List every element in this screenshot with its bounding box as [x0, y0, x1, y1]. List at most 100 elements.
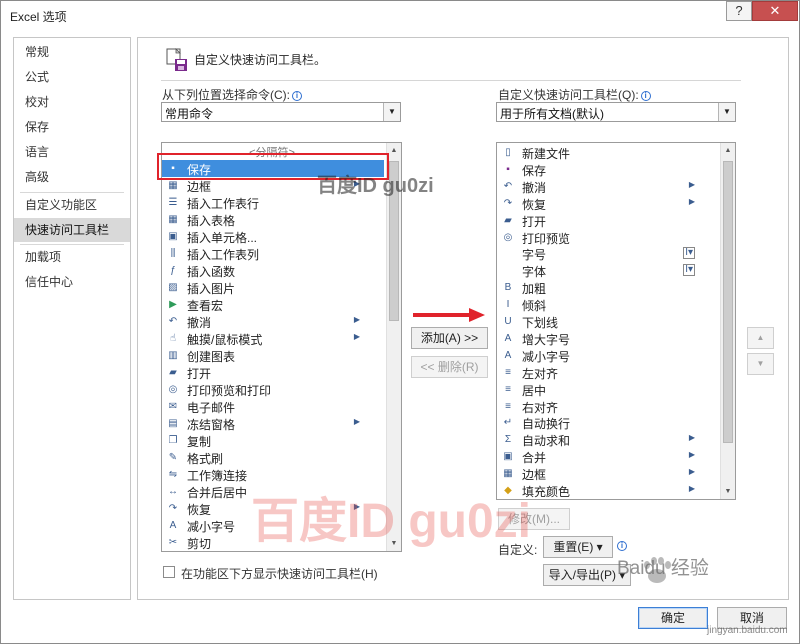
- command-item[interactable]: Σ 自动求和 ▶: [497, 431, 719, 448]
- copy-icon: ❐: [168, 435, 178, 446]
- scroll-thumb[interactable]: [723, 161, 733, 443]
- command-item[interactable]: I 倾斜: [497, 296, 719, 313]
- scroll-up-icon[interactable]: ▲: [387, 143, 401, 158]
- submenu-arrow-icon: ▶: [688, 433, 695, 443]
- move-down-button[interactable]: ▼: [747, 353, 774, 375]
- command-item[interactable]: ▣ 插入单元格...: [162, 228, 384, 245]
- command-item[interactable]: B 加粗: [497, 279, 719, 296]
- nav-item-customize-ribbon[interactable]: 自定义功能区: [14, 193, 130, 217]
- excel-options-dialog: Excel 选项 ? ✕ 常规 公式 校对 保存 语言 高级 自定义功能区 快速…: [0, 0, 800, 644]
- close-button[interactable]: ✕: [752, 1, 798, 21]
- nav-item-trust-center[interactable]: 信任中心: [14, 270, 130, 294]
- reset-button[interactable]: 重置(E) ▾: [543, 536, 613, 558]
- command-item[interactable]: ↵ 自动换行: [497, 414, 719, 431]
- command-label: 打开: [187, 367, 212, 381]
- command-item[interactable]: ✎ 格式刷: [162, 449, 384, 466]
- command-item[interactable]: ❐ 复制: [162, 432, 384, 449]
- command-item[interactable]: ✉ 电子邮件: [162, 398, 384, 415]
- command-label: 插入图片: [187, 282, 236, 296]
- command-item[interactable]: ↶ 撤消 ▶: [162, 313, 384, 330]
- command-label: 居中: [522, 383, 547, 398]
- command-label: 自动求和: [522, 434, 571, 449]
- add-button[interactable]: 添加(A) >>: [411, 327, 488, 349]
- nav-item-formulas[interactable]: 公式: [14, 65, 130, 89]
- choose-commands-combo[interactable]: 常用命令 ▼: [161, 102, 401, 122]
- bold-icon: B: [504, 282, 512, 294]
- scroll-up-icon[interactable]: ▲: [721, 143, 735, 158]
- command-label: 减小字号: [187, 520, 236, 534]
- command-item[interactable]: ▯ 新建文件: [497, 144, 719, 161]
- chart-icon: ▥: [168, 350, 178, 361]
- align-center-icon: ≡: [505, 383, 511, 395]
- command-item[interactable]: ≡ 右对齐: [497, 398, 719, 415]
- toolbar-scope-combo[interactable]: 用于所有文档(默认) ▼: [496, 102, 736, 122]
- command-item[interactable]: ▣ 合并 ▶: [497, 448, 719, 465]
- command-label: 字体: [522, 265, 547, 280]
- command-item[interactable]: ▰ 打开: [162, 364, 384, 381]
- undo-icon: ↶: [168, 316, 178, 327]
- command-item[interactable]: ☝ 触摸/鼠标模式 ▶: [162, 330, 384, 347]
- command-item[interactable]: ▰ 打开: [497, 212, 719, 229]
- toolbar-commands-list[interactable]: ▯ 新建文件 ▪ 保存 ↶ 撤消 ▶ ↷ 恢复 ▶ ▰ 打开 ◎ 打印预览 字号 I▾ 字体 I▾ B 加粗 I 倾斜 U 下…: [496, 142, 736, 500]
- chevron-down-icon[interactable]: ▼: [383, 103, 400, 121]
- command-item[interactable]: ↶ 撤消 ▶: [497, 178, 719, 195]
- customize-toolbar-label: 自定义快速访问工具栏(Q): i: [498, 86, 651, 103]
- command-label: 撤消: [522, 180, 547, 195]
- choose-commands-value: 常用命令: [165, 107, 214, 121]
- command-item[interactable]: ↷ 恢复 ▶: [497, 195, 719, 212]
- command-item[interactable]: ▦ 插入表格: [162, 211, 384, 228]
- command-item[interactable]: ⫼ 插入工作表列: [162, 245, 384, 262]
- help-button[interactable]: ?: [726, 1, 752, 21]
- command-item[interactable]: ▦ 边框 ▶: [497, 465, 719, 482]
- wrap-text-icon: ↵: [503, 417, 513, 429]
- command-item[interactable]: ◎ 打印预览: [497, 229, 719, 246]
- new-file-icon: ▯: [505, 147, 511, 158]
- command-label: 下划线: [522, 316, 559, 330]
- nav-item-quick-access-toolbar[interactable]: 快速访问工具栏: [14, 218, 130, 242]
- show-below-ribbon-checkbox[interactable]: [163, 566, 175, 578]
- autosum-icon: Σ: [504, 434, 512, 446]
- move-up-button[interactable]: ▲: [747, 327, 774, 349]
- right-list-scrollbar[interactable]: ▲ ▼: [720, 143, 735, 499]
- command-label: 打印预览和打印: [187, 384, 272, 398]
- command-item[interactable]: ▤ 冻结窗格 ▶: [162, 415, 384, 432]
- underline-icon: U: [504, 316, 512, 327]
- touch-mouse-icon: ☝: [169, 333, 177, 344]
- chevron-down-icon[interactable]: ▼: [718, 103, 735, 121]
- command-item[interactable]: ▪ 保存: [497, 161, 719, 178]
- submenu-arrow-icon: ▶: [353, 417, 360, 426]
- command-item[interactable]: ≡ 左对齐: [497, 364, 719, 381]
- command-item[interactable]: ≡ 居中: [497, 381, 719, 398]
- command-item[interactable]: ƒ 插入函数: [162, 262, 384, 279]
- nav-item-language[interactable]: 语言: [14, 140, 130, 164]
- command-label: 插入表格: [187, 214, 236, 228]
- command-item[interactable]: 字体 I▾: [497, 262, 719, 279]
- command-item[interactable]: 字号 I▾: [497, 245, 719, 262]
- scroll-down-icon[interactable]: ▼: [721, 484, 735, 499]
- nav-item-general[interactable]: 常规: [14, 40, 130, 64]
- play-macro-icon: ▶: [169, 299, 177, 310]
- command-item[interactable]: A 减小字号: [497, 347, 719, 364]
- command-item[interactable]: ▥ 创建图表: [162, 347, 384, 364]
- command-item[interactable]: ◎ 打印预览和打印: [162, 381, 384, 398]
- command-item[interactable]: ▨ 插入图片: [162, 279, 384, 296]
- command-item[interactable]: ▶ 查看宏: [162, 296, 384, 313]
- submenu-arrow-icon: ▶: [688, 196, 695, 206]
- command-label: 插入单元格...: [187, 231, 258, 245]
- ok-button[interactable]: 确定: [638, 607, 708, 629]
- nav-item-proofing[interactable]: 校对: [14, 90, 130, 114]
- command-label: 打开: [522, 214, 547, 229]
- command-item[interactable]: A 增大字号: [497, 330, 719, 347]
- insert-table-icon: ▦: [168, 214, 178, 225]
- remove-button[interactable]: << 删除(R): [411, 356, 488, 378]
- nav-item-add-ins[interactable]: 加载项: [14, 245, 130, 269]
- decrease-font-icon: A: [504, 349, 512, 361]
- command-label: 保存: [522, 163, 547, 178]
- cut-icon: ✂: [168, 537, 178, 548]
- command-label: 冻结窗格: [187, 418, 236, 432]
- nav-item-advanced[interactable]: 高级: [14, 165, 130, 189]
- format-painter-icon: ✎: [168, 452, 178, 463]
- nav-item-save[interactable]: 保存: [14, 115, 130, 139]
- merge-icon: ▣: [503, 451, 513, 463]
- command-item[interactable]: U 下划线: [497, 313, 719, 330]
